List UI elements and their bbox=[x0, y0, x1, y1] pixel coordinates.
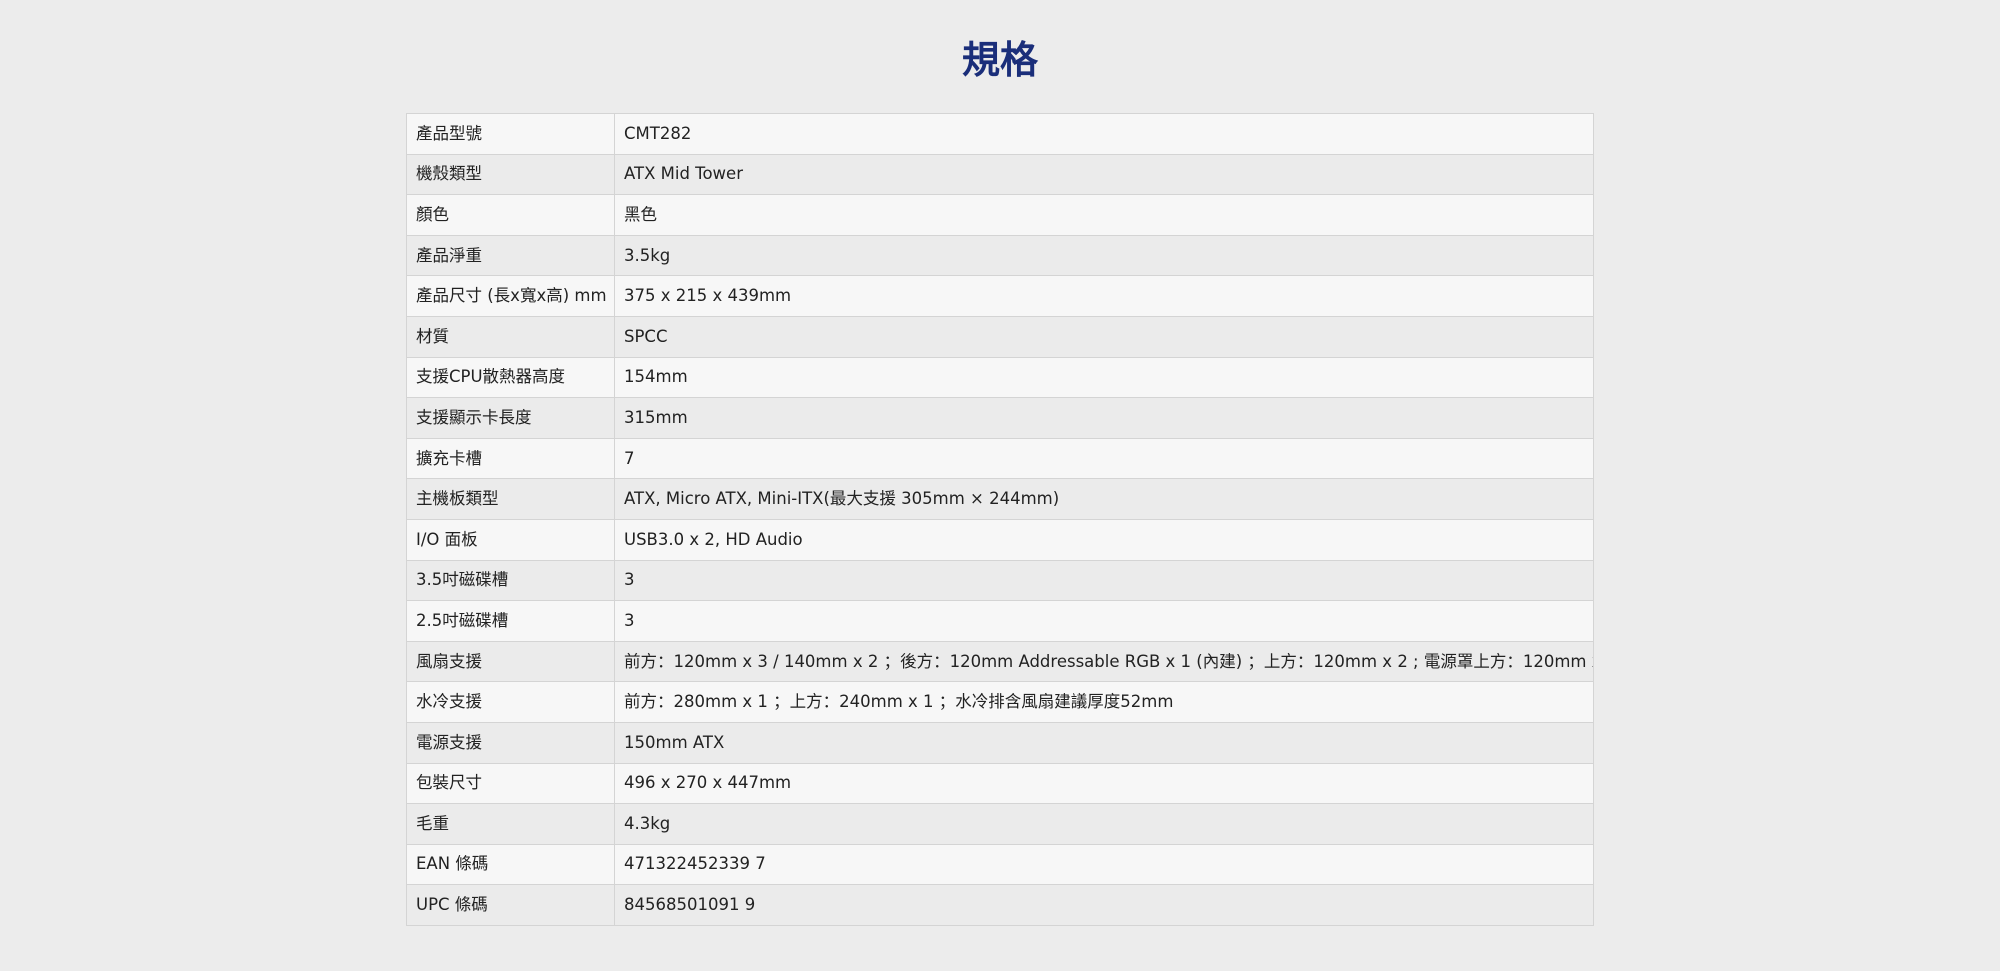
spec-label: 支援CPU散熱器高度 bbox=[406, 356, 615, 399]
table-row: 包裝尺寸 496 x 270 x 447mm bbox=[406, 762, 1594, 805]
spec-value: ATX, Micro ATX, Mini-ITX(最大支援 305mm × 24… bbox=[614, 478, 1594, 520]
spec-label: 材質 bbox=[406, 315, 615, 358]
table-row: 3.5吋磁碟槽 3 bbox=[406, 559, 1594, 602]
spec-value: 154mm bbox=[614, 356, 1594, 399]
spec-label: 風扇支援 bbox=[406, 640, 615, 683]
table-row: 產品型號 CMT282 bbox=[406, 113, 1594, 155]
spec-label: 支援顯示卡長度 bbox=[406, 397, 615, 439]
spec-value: 375 x 215 x 439mm bbox=[614, 275, 1594, 317]
spec-value: 7 bbox=[614, 437, 1594, 480]
spec-value: 496 x 270 x 447mm bbox=[614, 762, 1594, 805]
spec-value: ATX Mid Tower bbox=[614, 153, 1594, 196]
table-row: 產品尺寸 (長x寬x高) mm 375 x 215 x 439mm bbox=[406, 275, 1594, 317]
spec-label: 包裝尺寸 bbox=[406, 762, 615, 805]
table-row: 主機板類型 ATX, Micro ATX, Mini-ITX(最大支援 305mm… bbox=[406, 478, 1594, 520]
table-row: I/O 面板 USB3.0 x 2, HD Audio bbox=[406, 518, 1594, 561]
table-row: 水冷支援 前方：280mm x 1 ；上方：240mm x 1 ；水冷排含風扇建議… bbox=[406, 681, 1594, 723]
spec-value: 84568501091 9 bbox=[614, 884, 1594, 926]
spec-label: 顏色 bbox=[406, 194, 615, 236]
table-row: 毛重 4.3kg bbox=[406, 803, 1594, 845]
page-title: 規格 bbox=[961, 38, 1038, 82]
spec-value: 471322452339 7 bbox=[614, 843, 1594, 886]
spec-value: CMT282 bbox=[614, 113, 1594, 155]
spec-label: 產品型號 bbox=[406, 113, 615, 155]
spec-value: 黑色 bbox=[614, 194, 1594, 236]
spec-value: 3 bbox=[614, 559, 1594, 602]
spec-value: USB3.0 x 2, HD Audio bbox=[614, 518, 1594, 561]
spec-label: 擴充卡槽 bbox=[406, 437, 615, 480]
spec-label: 2.5吋磁碟槽 bbox=[406, 600, 615, 642]
table-row: 風扇支援 前方：120mm x 3 / 140mm x 2 ；後方：120mm A… bbox=[406, 640, 1594, 683]
spec-label: 電源支援 bbox=[406, 721, 615, 764]
spec-value: SPCC bbox=[614, 315, 1594, 358]
table-row: 機殼類型 ATX Mid Tower bbox=[406, 153, 1594, 196]
spec-label: I/O 面板 bbox=[406, 518, 615, 561]
table-row: UPC 條碼 84568501091 9 bbox=[406, 884, 1594, 926]
table-row: 產品淨重 3.5kg bbox=[406, 234, 1594, 277]
table-row: 電源支援 150mm ATX bbox=[406, 721, 1594, 764]
table-row: 支援CPU散熱器高度 154mm bbox=[406, 356, 1594, 399]
spec-label: UPC 條碼 bbox=[406, 884, 615, 926]
spec-value: 前方：120mm x 3 / 140mm x 2 ；後方：120mm Addre… bbox=[614, 640, 1594, 683]
table-row: EAN 條碼 471322452339 7 bbox=[406, 843, 1594, 886]
spec-label: 產品淨重 bbox=[406, 234, 615, 277]
table-row: 顏色 黑色 bbox=[406, 194, 1594, 236]
spec-value: 前方：280mm x 1 ；上方：240mm x 1 ；水冷排含風扇建議厚度52… bbox=[614, 681, 1594, 723]
spec-label: 機殼類型 bbox=[406, 153, 615, 196]
table-row: 材質 SPCC bbox=[406, 315, 1594, 358]
spec-label: 主機板類型 bbox=[406, 478, 615, 520]
spec-page: 規格 產品型號 CMT282 機殼類型 ATX Mid Tower 顏色 黑色 產品淨… bbox=[0, 0, 2000, 971]
table-row: 擴充卡槽 7 bbox=[406, 437, 1594, 480]
spec-label: 3.5吋磁碟槽 bbox=[406, 559, 615, 602]
spec-value: 315mm bbox=[614, 397, 1594, 439]
spec-label: EAN 條碼 bbox=[406, 843, 615, 886]
spec-label: 毛重 bbox=[406, 803, 615, 845]
table-row: 2.5吋磁碟槽 3 bbox=[406, 600, 1594, 642]
spec-table: 產品型號 CMT282 機殼類型 ATX Mid Tower 顏色 黑色 產品淨重 3.… bbox=[406, 113, 1594, 926]
spec-value: 150mm ATX bbox=[614, 721, 1594, 764]
spec-value: 3.5kg bbox=[614, 234, 1594, 277]
spec-value: 3 bbox=[614, 600, 1594, 642]
table-row: 支援顯示卡長度 315mm bbox=[406, 397, 1594, 439]
spec-label: 水冷支援 bbox=[406, 681, 615, 723]
spec-label: 產品尺寸 (長x寬x高) mm bbox=[406, 275, 615, 317]
spec-value: 4.3kg bbox=[614, 803, 1594, 845]
